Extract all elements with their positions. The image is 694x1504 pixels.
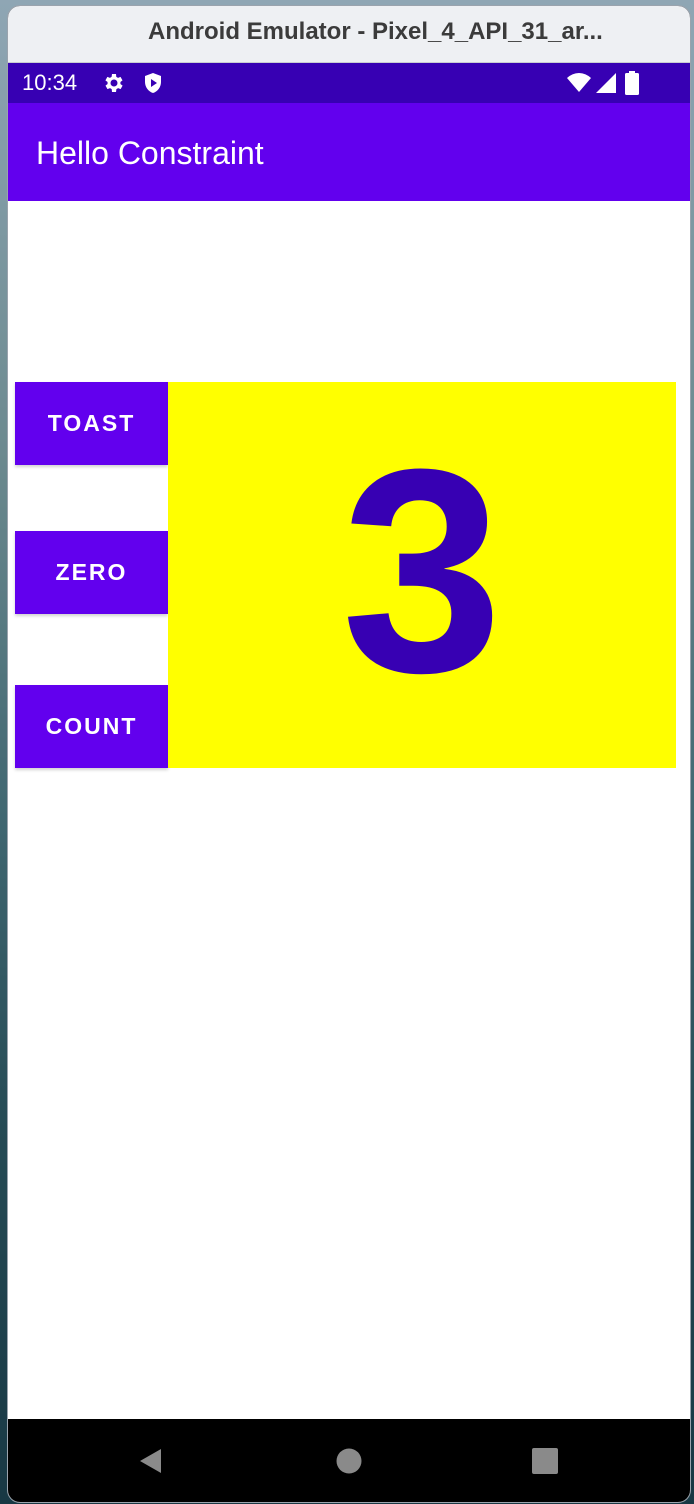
phone-screen: 10:34 Hello Constraint TOAST ZERO COUNT … — [8, 63, 690, 1502]
gear-icon — [102, 71, 126, 95]
emulator-window: Android Emulator - Pixel_4_API_31_ar... … — [8, 6, 690, 1502]
home-icon[interactable] — [335, 1447, 363, 1475]
wifi-icon — [566, 71, 591, 95]
status-time: 10:34 — [22, 70, 78, 95]
battery-icon — [624, 71, 640, 95]
app-title: Hello Constraint — [36, 135, 264, 171]
back-icon[interactable] — [136, 1447, 164, 1475]
zero-button[interactable]: ZERO — [15, 531, 168, 614]
signal-icon — [594, 71, 618, 95]
count-value: 3 — [341, 409, 503, 733]
shield-play-icon — [141, 71, 165, 95]
window-title: Android Emulator - Pixel_4_API_31_ar... — [148, 18, 603, 45]
app-bar: Hello Constraint — [8, 103, 690, 201]
window-titlebar[interactable]: Android Emulator - Pixel_4_API_31_ar... — [8, 6, 690, 63]
toast-button[interactable]: TOAST — [15, 382, 168, 465]
count-button[interactable]: COUNT — [15, 685, 168, 768]
count-display: 3 — [168, 382, 676, 768]
status-bar: 10:34 — [8, 63, 690, 103]
recents-icon[interactable] — [531, 1447, 559, 1475]
navigation-bar — [8, 1419, 690, 1502]
